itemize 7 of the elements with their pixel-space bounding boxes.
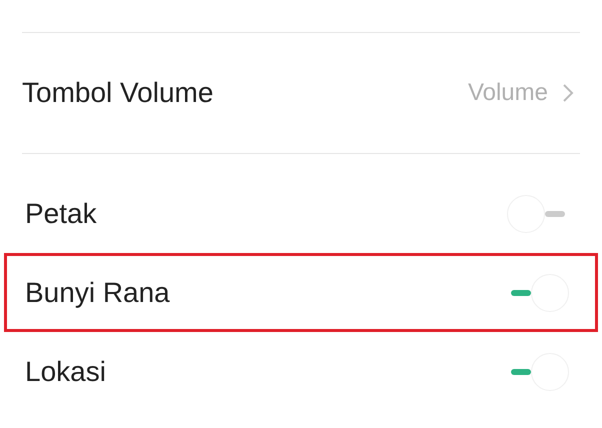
row-label: Tombol Volume	[22, 76, 214, 110]
chevron-right-icon	[562, 83, 574, 103]
row-value: Volume	[468, 78, 548, 108]
row-label: Petak	[25, 196, 97, 230]
row-label: Bunyi Rana	[25, 276, 170, 310]
row-label: Lokasi	[25, 354, 106, 388]
settings-row[interactable]: Tombol Volume Volume	[0, 33, 602, 153]
